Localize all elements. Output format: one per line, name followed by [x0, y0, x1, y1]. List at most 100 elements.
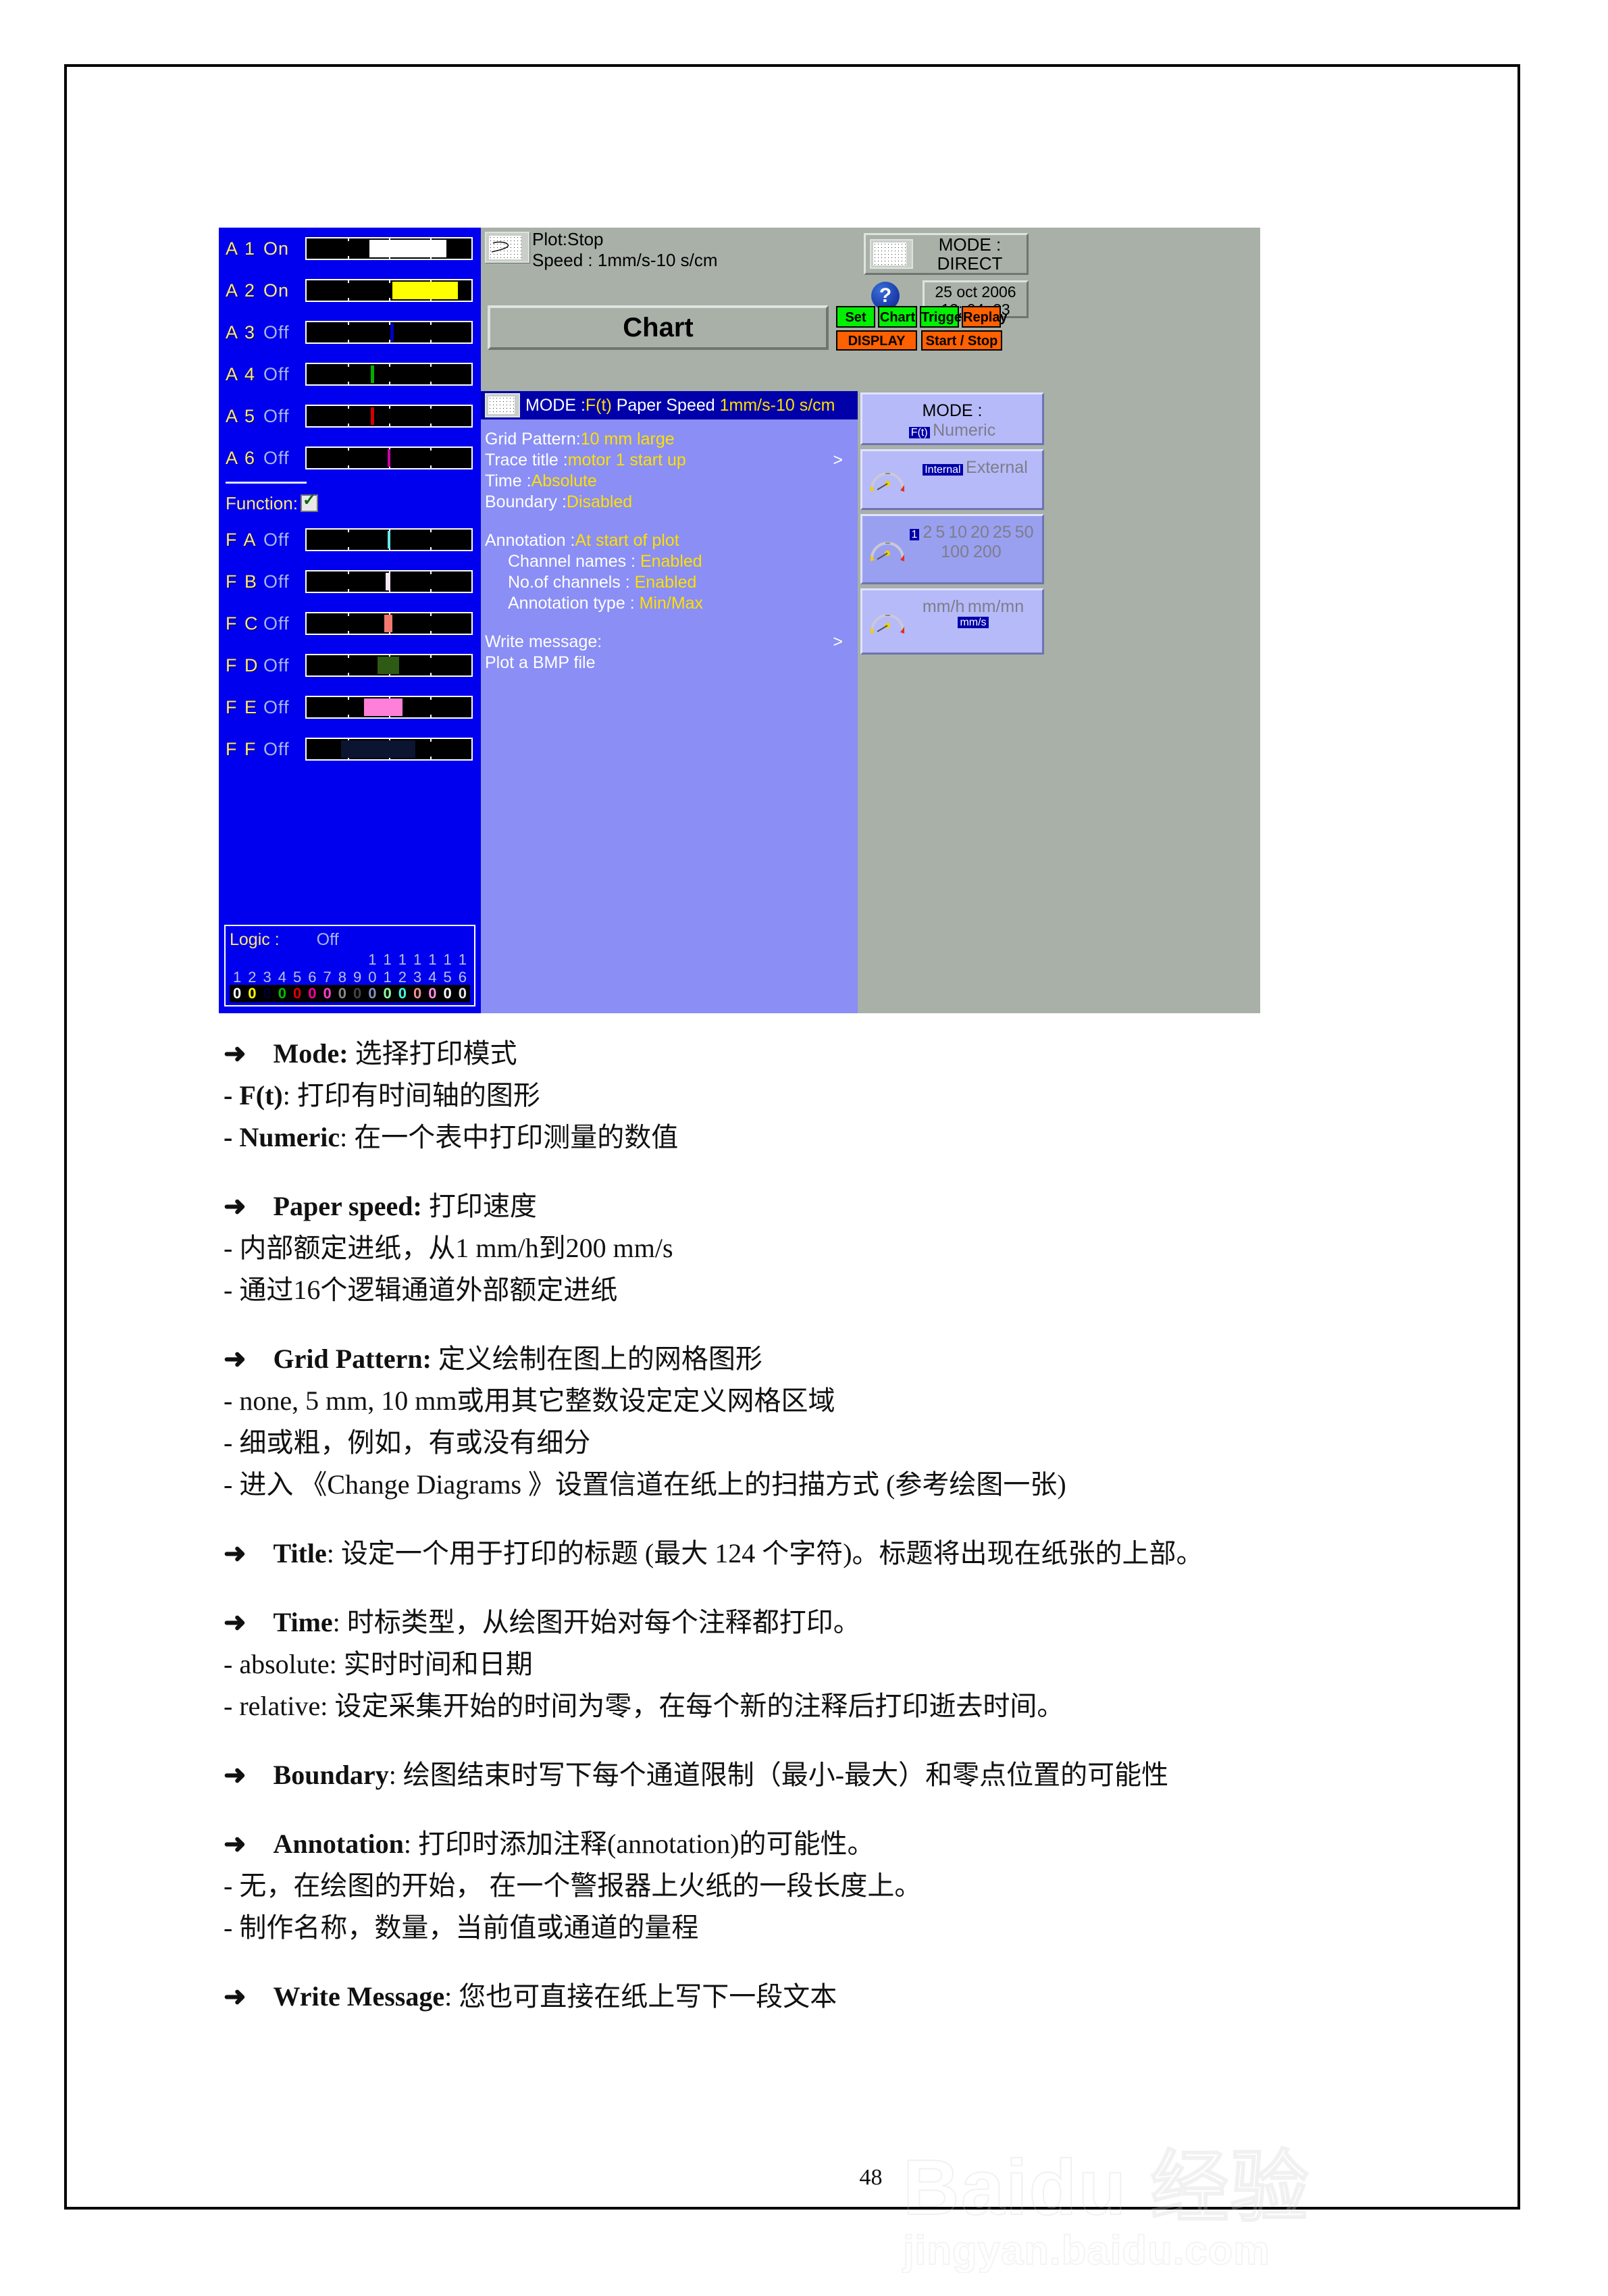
- logic-value[interactable]: 0: [244, 985, 259, 1002]
- unit-option-card[interactable]: mm/h mm/mn mm/s: [860, 588, 1044, 655]
- setting-row[interactable]: Trace title :motor 1 start up>: [485, 450, 854, 471]
- channel-state[interactable]: Off: [263, 406, 305, 427]
- channel-state[interactable]: On: [263, 280, 305, 301]
- logic-value[interactable]: 0: [455, 985, 470, 1002]
- setting-row[interactable]: Boundary :Disabled: [485, 492, 854, 513]
- speed-option[interactable]: 20: [970, 523, 989, 542]
- logic-value[interactable]: 0: [290, 985, 305, 1002]
- source-external[interactable]: External: [966, 458, 1028, 477]
- speed-option[interactable]: 100: [941, 542, 969, 561]
- annotation-sub-row[interactable]: Annotation type : Min/Max: [485, 593, 854, 614]
- channel-bar[interactable]: [305, 696, 473, 719]
- channel-bar[interactable]: [305, 447, 473, 469]
- channel-row[interactable]: F COff: [219, 603, 481, 644]
- channel-state[interactable]: Off: [263, 613, 305, 634]
- settings-panel-header[interactable]: MODE :F(t) Paper Speed 1mm/s-10 s/cm: [481, 391, 858, 419]
- logic-value[interactable]: 0: [260, 985, 275, 1002]
- logic-value[interactable]: 0: [395, 985, 410, 1002]
- channel-row[interactable]: F AOff: [219, 519, 481, 561]
- setting-row[interactable]: Grid Pattern:10 mm large: [485, 429, 854, 450]
- speed-option[interactable]: 25: [993, 523, 1012, 542]
- channel-bar[interactable]: [305, 738, 473, 761]
- logic-value[interactable]: 0: [440, 985, 455, 1002]
- function-header[interactable]: Function:: [219, 488, 481, 519]
- mode-direct-button[interactable]: MODE : DIRECT: [864, 233, 1029, 275]
- tab-button[interactable]: Set up: [836, 306, 875, 328]
- logic-digit: 8: [335, 970, 350, 985]
- channel-row[interactable]: F FOff: [219, 728, 481, 770]
- source-option-card[interactable]: Internal External: [860, 449, 1044, 510]
- channel-state[interactable]: Off: [263, 364, 305, 385]
- logic-numbers-top: 1111111: [230, 952, 470, 967]
- channel-row[interactable]: F EOff: [219, 686, 481, 728]
- logic-value[interactable]: 0: [275, 985, 290, 1002]
- annotation-sub-row[interactable]: No.of channels : Enabled: [485, 572, 854, 593]
- logic-value[interactable]: 0: [320, 985, 335, 1002]
- logic-panel[interactable]: Logic : Off 1111111 1234567890123456 000…: [224, 925, 475, 1006]
- channel-bar[interactable]: [305, 570, 473, 593]
- channel-row[interactable]: A 1On: [219, 228, 481, 270]
- channel-state[interactable]: Off: [263, 322, 305, 343]
- speed-option[interactable]: 2: [923, 523, 932, 542]
- annotation-row[interactable]: Annotation :At start of plot: [485, 530, 854, 551]
- channel-state[interactable]: Off: [263, 697, 305, 718]
- setting-row[interactable]: Time :Absolute: [485, 471, 854, 492]
- mode-option-card[interactable]: MODE : F(t) Numeric: [860, 392, 1044, 445]
- channel-state[interactable]: Off: [263, 739, 305, 760]
- logic-value[interactable]: 0: [365, 985, 380, 1002]
- channel-row[interactable]: A 2On: [219, 270, 481, 311]
- channel-bar[interactable]: [305, 363, 473, 386]
- write-message-row[interactable]: Write message: >: [485, 632, 854, 653]
- settings-body: Grid Pattern:10 mm largeTrace title :mot…: [485, 429, 854, 673]
- channel-state[interactable]: Off: [263, 655, 305, 676]
- unit-mmh[interactable]: mm/h: [923, 597, 965, 616]
- tab-button[interactable]: Chart: [878, 306, 917, 328]
- action-button[interactable]: DISPLAY: [836, 330, 917, 351]
- tab-button[interactable]: Trigger: [920, 306, 959, 328]
- speed-option[interactable]: 50: [1015, 523, 1034, 542]
- channel-bar[interactable]: [305, 279, 473, 302]
- speed-option-card[interactable]: 12510202550 100200: [860, 514, 1044, 584]
- channel-row[interactable]: F DOff: [219, 644, 481, 686]
- channel-bar[interactable]: [305, 321, 473, 344]
- channel-state[interactable]: Off: [263, 448, 305, 469]
- channel-row[interactable]: A 4Off: [219, 353, 481, 395]
- speed-option[interactable]: 1: [910, 529, 920, 540]
- logic-value[interactable]: 0: [335, 985, 350, 1002]
- channel-bar[interactable]: [305, 528, 473, 551]
- channel-name: F C: [226, 613, 263, 634]
- channel-row[interactable]: A 5Off: [219, 395, 481, 437]
- mode-option-ft[interactable]: F(t): [909, 427, 930, 438]
- function-checkbox[interactable]: [301, 494, 318, 512]
- channel-bar[interactable]: [305, 405, 473, 428]
- logic-value[interactable]: 0: [350, 985, 365, 1002]
- logic-value[interactable]: 0: [230, 985, 244, 1002]
- channel-state[interactable]: Off: [263, 530, 305, 551]
- channel-bar[interactable]: [305, 612, 473, 635]
- logic-value[interactable]: 0: [425, 985, 440, 1002]
- logic-value[interactable]: 0: [380, 985, 395, 1002]
- channel-state[interactable]: Off: [263, 571, 305, 592]
- channel-row[interactable]: F BOff: [219, 561, 481, 603]
- channel-bar[interactable]: [305, 654, 473, 677]
- device-topbar: Plot:Stop Speed : 1mm/s-10 s/cm MODE : D…: [481, 228, 1260, 391]
- speed-option[interactable]: 200: [973, 542, 1002, 561]
- channel-state[interactable]: On: [263, 238, 305, 259]
- unit-mmmn[interactable]: mm/mn: [968, 597, 1024, 616]
- source-internal[interactable]: Internal: [923, 464, 962, 476]
- chart-title-field[interactable]: Chart: [488, 305, 829, 350]
- logic-value[interactable]: 0: [410, 985, 425, 1002]
- mode-option-numeric[interactable]: Numeric: [933, 421, 995, 440]
- tab-button[interactable]: Replay: [962, 306, 1001, 328]
- channel-row[interactable]: A 3Off: [219, 311, 481, 353]
- speed-option[interactable]: 5: [935, 523, 945, 542]
- logic-value[interactable]: 0: [305, 985, 319, 1002]
- plot-bmp-row[interactable]: Plot a BMP file: [485, 653, 854, 673]
- unit-mms[interactable]: mm/s: [958, 617, 988, 628]
- annotation-sub-rows: Channel names : EnabledNo.of channels : …: [485, 551, 854, 614]
- speed-option[interactable]: 10: [948, 523, 967, 542]
- annotation-sub-row[interactable]: Channel names : Enabled: [485, 551, 854, 572]
- channel-bar[interactable]: [305, 237, 473, 260]
- channel-row[interactable]: A 6Off: [219, 437, 481, 479]
- action-button[interactable]: Start / Stop: [921, 330, 1002, 351]
